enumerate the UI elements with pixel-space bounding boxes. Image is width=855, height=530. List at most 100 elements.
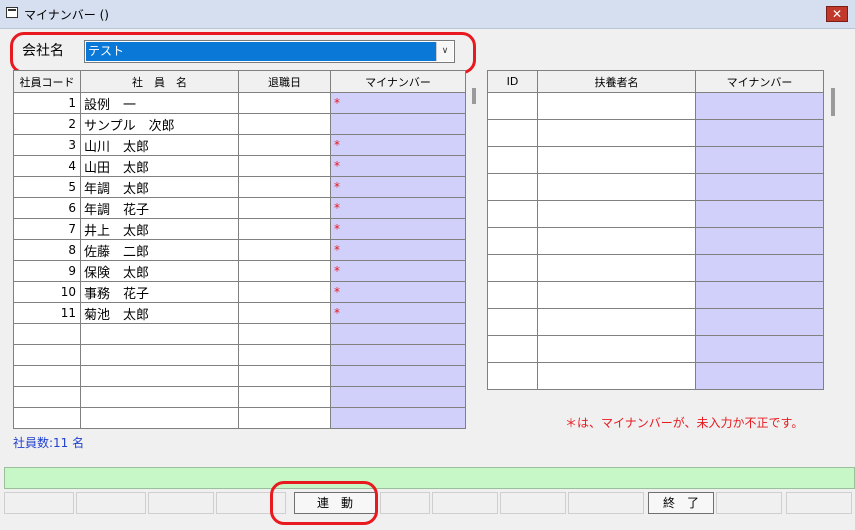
my-number-cell[interactable]: * [330, 92, 466, 114]
dependent-my-number-cell[interactable] [695, 92, 824, 120]
table-row[interactable]: 1 設例 一 * [13, 92, 466, 114]
company-select[interactable]: テスト ∨ [84, 40, 455, 63]
table-row[interactable] [487, 173, 824, 201]
dependent-name-cell[interactable] [537, 362, 696, 390]
dependent-id-cell[interactable] [487, 119, 538, 147]
dependent-id-cell[interactable] [487, 92, 538, 120]
dependent-name-cell[interactable] [537, 335, 696, 363]
my-number-cell[interactable]: * [330, 281, 466, 303]
employee-code-cell[interactable]: 1 [13, 92, 81, 114]
employee-name-cell[interactable]: サンプル 次郎 [80, 113, 239, 135]
dependent-name-cell[interactable] [537, 308, 696, 336]
dependent-name-cell[interactable] [537, 254, 696, 282]
employee-name-cell[interactable] [80, 344, 239, 366]
dependent-my-number-cell[interactable] [695, 308, 824, 336]
my-number-cell[interactable]: * [330, 218, 466, 240]
employee-code-cell[interactable] [13, 323, 81, 345]
employee-name-cell[interactable] [80, 323, 239, 345]
my-number-cell[interactable]: * [330, 302, 466, 324]
my-number-cell[interactable] [330, 407, 466, 429]
retirement-date-cell[interactable] [238, 218, 331, 240]
employee-code-cell[interactable]: 8 [13, 239, 81, 261]
dependent-id-cell[interactable] [487, 281, 538, 309]
dependent-name-cell[interactable] [537, 227, 696, 255]
employee-scrollbar[interactable] [472, 88, 476, 104]
employee-code-cell[interactable]: 11 [13, 302, 81, 324]
table-row[interactable] [13, 386, 466, 408]
dependent-name-cell[interactable] [537, 119, 696, 147]
exit-button[interactable]: 終 了 [648, 492, 714, 514]
dependent-id-cell[interactable] [487, 200, 538, 228]
dependent-my-number-cell[interactable] [695, 281, 824, 309]
employee-code-cell[interactable] [13, 344, 81, 366]
table-row[interactable]: 6 年調 花子 * [13, 197, 466, 219]
employee-name-cell[interactable]: 山川 太郎 [80, 134, 239, 156]
retirement-date-cell[interactable] [238, 92, 331, 114]
table-row[interactable]: 4 山田 太郎 * [13, 155, 466, 177]
dependent-my-number-cell[interactable] [695, 146, 824, 174]
dependent-id-cell[interactable] [487, 227, 538, 255]
employee-code-cell[interactable]: 5 [13, 176, 81, 198]
dependent-id-cell[interactable] [487, 308, 538, 336]
table-row[interactable]: 11 菊池 太郎 * [13, 302, 466, 324]
employee-code-cell[interactable]: 10 [13, 281, 81, 303]
employee-code-cell[interactable]: 2 [13, 113, 81, 135]
table-row[interactable] [487, 281, 824, 309]
table-row[interactable] [487, 200, 824, 228]
dependent-my-number-cell[interactable] [695, 335, 824, 363]
employee-name-cell[interactable]: 佐藤 二郎 [80, 239, 239, 261]
chevron-down-icon[interactable]: ∨ [436, 42, 453, 61]
dependent-id-cell[interactable] [487, 146, 538, 174]
my-number-cell[interactable] [330, 113, 466, 135]
table-row[interactable] [487, 308, 824, 336]
dependent-id-cell[interactable] [487, 254, 538, 282]
dependent-name-cell[interactable] [537, 173, 696, 201]
function-key-1[interactable] [4, 492, 74, 514]
dependent-my-number-cell[interactable] [695, 173, 824, 201]
employee-name-cell[interactable]: 年調 太郎 [80, 176, 239, 198]
retirement-date-cell[interactable] [238, 176, 331, 198]
my-number-cell[interactable]: * [330, 134, 466, 156]
employee-name-cell[interactable] [80, 407, 239, 429]
function-key-7[interactable] [432, 492, 498, 514]
table-row[interactable] [487, 254, 824, 282]
dependent-id-cell[interactable] [487, 173, 538, 201]
retirement-date-cell[interactable] [238, 113, 331, 135]
dependent-name-cell[interactable] [537, 281, 696, 309]
my-number-cell[interactable]: * [330, 239, 466, 261]
function-key-12[interactable] [786, 492, 852, 514]
employee-code-cell[interactable]: 9 [13, 260, 81, 282]
my-number-cell[interactable] [330, 323, 466, 345]
employee-name-cell[interactable]: 設例 一 [80, 92, 239, 114]
table-row[interactable] [13, 365, 466, 387]
table-row[interactable]: 2 サンプル 次郎 [13, 113, 466, 135]
employee-code-cell[interactable] [13, 386, 81, 408]
table-row[interactable] [487, 227, 824, 255]
table-row[interactable]: 5 年調 太郎 * [13, 176, 466, 198]
table-row[interactable] [487, 146, 824, 174]
employee-name-cell[interactable]: 年調 花子 [80, 197, 239, 219]
retirement-date-cell[interactable] [238, 407, 331, 429]
retirement-date-cell[interactable] [238, 197, 331, 219]
table-row[interactable] [487, 362, 824, 390]
table-row[interactable]: 9 保険 太郎 * [13, 260, 466, 282]
retirement-date-cell[interactable] [238, 239, 331, 261]
dependent-name-cell[interactable] [537, 92, 696, 120]
dependent-name-cell[interactable] [537, 200, 696, 228]
employee-code-cell[interactable]: 3 [13, 134, 81, 156]
my-number-cell[interactable] [330, 386, 466, 408]
function-key-3[interactable] [148, 492, 214, 514]
employee-code-cell[interactable] [13, 407, 81, 429]
retirement-date-cell[interactable] [238, 302, 331, 324]
employee-name-cell[interactable]: 事務 花子 [80, 281, 239, 303]
employee-code-cell[interactable]: 6 [13, 197, 81, 219]
employee-name-cell[interactable]: 菊池 太郎 [80, 302, 239, 324]
dependent-my-number-cell[interactable] [695, 362, 824, 390]
table-row[interactable]: 7 井上 太郎 * [13, 218, 466, 240]
my-number-cell[interactable] [330, 344, 466, 366]
dependent-my-number-cell[interactable] [695, 227, 824, 255]
my-number-cell[interactable] [330, 365, 466, 387]
retirement-date-cell[interactable] [238, 365, 331, 387]
employee-name-cell[interactable]: 保険 太郎 [80, 260, 239, 282]
employee-code-cell[interactable] [13, 365, 81, 387]
